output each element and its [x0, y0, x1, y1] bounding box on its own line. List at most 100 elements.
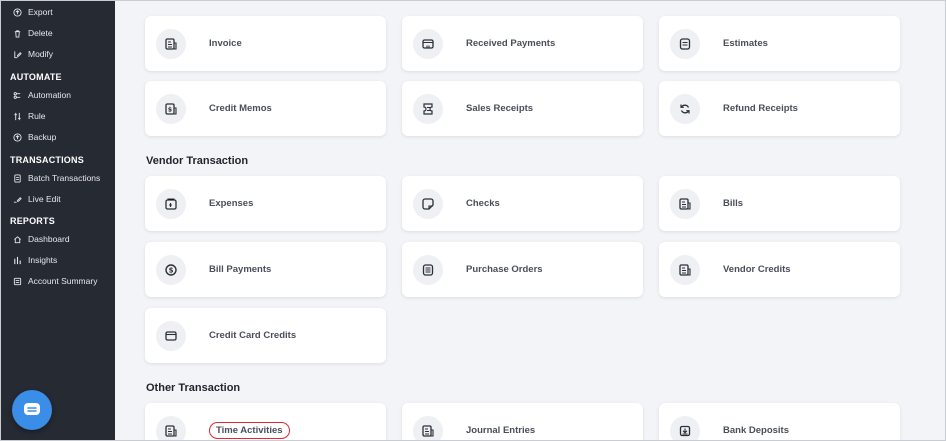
icon-circle — [413, 93, 443, 124]
card-credit-card-credits[interactable]: Credit Card Credits — [145, 308, 386, 363]
icon-circle — [670, 93, 700, 124]
card-label: Expenses — [209, 198, 254, 209]
card-refund-receipts[interactable]: Refund Receipts — [659, 81, 900, 136]
sidebar: Export Delete Modify AUTOMATE Automation… — [1, 1, 115, 440]
sidebar-item-live-edit[interactable]: Live Edit — [13, 191, 61, 207]
icon-circle — [413, 28, 443, 59]
icon-circle — [670, 188, 700, 219]
summary-icon — [13, 277, 22, 285]
edit-icon — [14, 50, 22, 58]
sidebar-item-label: Live Edit — [28, 194, 61, 204]
sidebar-item-label: Rule — [28, 111, 46, 121]
card-expenses[interactable]: Expenses — [145, 176, 386, 231]
section-title-vendor: Vendor Transaction — [146, 155, 249, 167]
card-estimates[interactable]: Estimates — [659, 16, 900, 71]
check-icon — [422, 197, 434, 210]
card-label: Bills — [723, 198, 744, 209]
card-label: Credit Card Credits — [209, 330, 297, 341]
chat-icon — [24, 403, 40, 415]
card-label: Invoice — [209, 38, 242, 49]
sidebar-item-export[interactable]: Export — [13, 4, 53, 20]
card-label: Vendor Credits — [723, 264, 791, 275]
card-received-payments[interactable]: Received Payments — [402, 16, 643, 71]
card-label-highlighted: Time Activities — [209, 422, 290, 439]
card-label: Credit Memos — [209, 103, 272, 114]
card-bill-payments[interactable]: $ Bill Payments — [145, 242, 386, 297]
sidebar-item-batch-transactions[interactable]: Batch Transactions — [13, 170, 100, 186]
card-label: Bill Payments — [209, 264, 272, 275]
live-edit-icon — [13, 196, 22, 203]
sidebar-item-label: Dashboard — [28, 234, 70, 244]
time-activity-icon — [165, 424, 177, 437]
section-title-other: Other Transaction — [146, 382, 241, 394]
sidebar-section-transactions: TRANSACTIONS — [10, 155, 84, 165]
sidebar-item-delete[interactable]: Delete — [13, 25, 53, 41]
wallet-icon — [422, 38, 434, 49]
card-vendor-credits[interactable]: Vendor Credits — [659, 242, 900, 297]
sidebar-item-label: Modify — [28, 49, 54, 59]
backup-icon — [13, 132, 22, 142]
icon-circle — [413, 254, 443, 285]
card-purchase-orders[interactable]: Purchase Orders — [402, 242, 643, 297]
expense-icon — [165, 197, 177, 210]
icon-circle: $ — [156, 93, 186, 124]
card-time-activities[interactable]: Time Activities — [145, 403, 386, 440]
card-label: Received Payments — [466, 38, 556, 49]
bank-deposit-icon — [679, 425, 691, 436]
card-checks[interactable]: Checks — [402, 176, 643, 231]
document-icon — [14, 173, 21, 183]
sidebar-item-insights[interactable]: Insights — [13, 252, 57, 268]
sidebar-item-label: Insights — [28, 255, 58, 265]
sidebar-item-modify[interactable]: Modify — [13, 46, 53, 62]
sidebar-item-label: Account Summary — [28, 276, 98, 286]
home-icon — [14, 235, 21, 243]
purchase-order-icon — [422, 263, 434, 276]
automation-icon — [13, 91, 21, 99]
card-journal-entries[interactable]: Journal Entries — [402, 403, 643, 440]
icon-circle: $ — [156, 254, 186, 285]
icon-circle — [413, 415, 443, 440]
chat-button[interactable] — [12, 390, 52, 430]
sidebar-item-automation[interactable]: Automation — [13, 87, 71, 103]
sidebar-item-label: Delete — [28, 28, 53, 38]
app-window: Export Delete Modify AUTOMATE Automation… — [0, 0, 946, 441]
sidebar-section-reports: REPORTS — [10, 216, 55, 226]
sidebar-item-label: Backup — [28, 132, 57, 142]
card-label: Checks — [466, 198, 500, 209]
card-label: Purchase Orders — [466, 264, 543, 275]
sidebar-section-automate: AUTOMATE — [10, 72, 62, 82]
card-label: Journal Entries — [466, 425, 536, 436]
icon-circle — [156, 415, 186, 440]
icon-circle — [670, 254, 700, 285]
credit-card-icon — [165, 330, 177, 341]
sidebar-item-backup[interactable]: Backup — [13, 129, 56, 145]
card-label: Sales Receipts — [466, 103, 534, 114]
svg-text:$: $ — [168, 106, 172, 113]
main-content: Invoice Received Payments Estimates $ Cr… — [115, 1, 945, 440]
card-credit-memos[interactable]: $ Credit Memos — [145, 81, 386, 136]
journal-icon — [422, 424, 434, 437]
credit-memo-icon: $ — [165, 102, 177, 115]
card-sales-receipts[interactable]: Sales Receipts — [402, 81, 643, 136]
bill-icon — [679, 197, 691, 210]
dollar-circle-icon: $ — [165, 263, 177, 276]
card-invoice[interactable]: Invoice — [145, 16, 386, 71]
card-label: Refund Receipts — [723, 103, 798, 114]
sidebar-item-label: Batch Transactions — [28, 173, 101, 183]
card-bills[interactable]: Bills — [659, 176, 900, 231]
estimate-icon — [679, 37, 691, 50]
sidebar-item-label: Export — [28, 7, 53, 17]
icon-circle — [670, 28, 700, 59]
icon-circle — [413, 188, 443, 219]
icon-circle — [156, 320, 186, 351]
sidebar-item-rule[interactable]: Rule — [13, 108, 45, 124]
card-label: Bank Deposits — [723, 425, 789, 436]
upload-icon — [13, 7, 22, 17]
icon-circle — [670, 415, 700, 440]
icon-circle — [156, 28, 186, 59]
sidebar-item-account-summary[interactable]: Account Summary — [13, 273, 97, 289]
invoice-icon — [165, 37, 177, 50]
sidebar-item-dashboard[interactable]: Dashboard — [13, 231, 70, 247]
card-bank-deposits[interactable]: Bank Deposits — [659, 403, 900, 440]
receipt-icon — [423, 102, 433, 115]
